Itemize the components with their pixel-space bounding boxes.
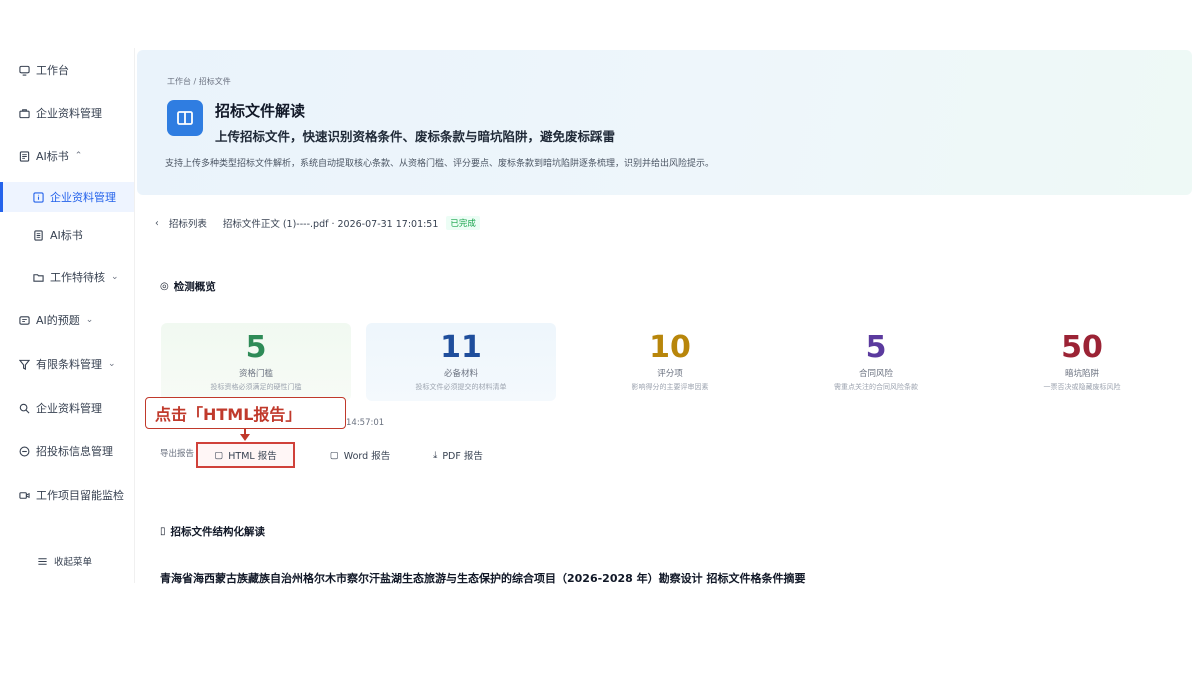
- file-name: 招标文件正文 (1)----.pdf · 2026-07-31 17:01:51: [222, 219, 439, 230]
- sidebar-item-label: AI标书: [36, 150, 69, 163]
- stat-value: 5: [245, 330, 267, 365]
- callout-arrow-head: [240, 434, 250, 441]
- stat-value: 11: [440, 330, 482, 365]
- timestamp: 14:57:01: [346, 418, 385, 428]
- book-icon: [167, 100, 203, 136]
- stat-value: 5: [865, 330, 887, 365]
- stat-value: 50: [1061, 330, 1103, 365]
- document-heading: 青海省海西蒙古族藏族自治州格尔木市察尔汗盐湖生态旅游与生态保护的综合项目（202…: [160, 572, 806, 585]
- sidebar-item-label: 企业资料管理: [50, 191, 116, 204]
- sidebar-item-ai-bid-sub[interactable]: AI标书: [32, 225, 83, 245]
- chevron-left-icon[interactable]: ‹: [155, 218, 159, 229]
- sidebar-item-label: 工作项目留能监检: [36, 489, 124, 502]
- stat-card-qualification: 5 资格门槛 投标资格必须满足的硬性门槛: [161, 323, 351, 401]
- stat-label: 资格门槛: [238, 369, 273, 379]
- button-label: HTML 报告: [228, 451, 277, 462]
- filter-icon: [18, 358, 30, 370]
- sidebar-item-label: AI的预题: [36, 314, 80, 327]
- stat-label: 评分项: [657, 369, 683, 379]
- screen-icon: [18, 314, 30, 326]
- chevron-down-icon: ⌄: [111, 272, 119, 282]
- word-report-button[interactable]: ▢ Word 报告: [320, 442, 400, 468]
- page-subtitle: 上传招标文件，快速识别资格条件、废标条款与暗坑陷阱，避免废标踩雷: [215, 129, 616, 144]
- briefcase-icon: [18, 107, 30, 119]
- export-label: 导出报告: [160, 449, 195, 459]
- instruction-callout: 点击「HTML报告」: [145, 397, 346, 429]
- collapse-menu-button[interactable]: 收起菜单: [36, 551, 92, 571]
- stat-label: 合同风险: [858, 369, 893, 379]
- sidebar-item-company-data-2[interactable]: 企业资料管理: [18, 398, 102, 418]
- sidebar-item-label: 企业资料管理: [36, 107, 102, 120]
- document-icon: [18, 150, 30, 162]
- button-label: PDF 报告: [442, 451, 483, 462]
- chevron-down-icon: ⌄: [108, 359, 116, 369]
- sidebar-item-company-data-active[interactable]: 企业资料管理: [0, 182, 134, 212]
- breadcrumb: 工作台 / 招标文件: [167, 77, 231, 86]
- overview-title-text: 检测概览: [173, 281, 216, 293]
- file-icon: [32, 229, 44, 241]
- stat-card-materials: 11 必备材料 投标文件必须提交的材料清单: [366, 323, 556, 401]
- file-icon: ▢: [214, 449, 224, 461]
- html-report-button[interactable]: ▢ HTML 报告: [196, 442, 295, 468]
- target-icon: ◎: [160, 281, 169, 292]
- button-label: Word 报告: [343, 451, 391, 462]
- search-icon: [18, 402, 30, 414]
- monitor-icon: [18, 64, 30, 76]
- page-header-banner: 工作台 / 招标文件 招标文件解读 上传招标文件，快速识别资格条件、废标条款与暗…: [137, 50, 1192, 195]
- page-title: 招标文件解读: [215, 102, 306, 120]
- stat-desc: 一票否决或隐藏废标风险: [1043, 383, 1121, 391]
- sidebar-item-project-monitor[interactable]: 工作项目留能监检: [18, 485, 124, 505]
- info-icon: [32, 191, 44, 203]
- overview-title: ◎ 检测概览: [160, 279, 216, 294]
- video-icon: [18, 489, 30, 501]
- sidebar-item-label: 工作台: [36, 64, 69, 77]
- status-badge: 已完成: [446, 216, 480, 230]
- minus-circle-icon: [18, 445, 30, 457]
- sidebar-item-company-data[interactable]: 企业资料管理: [18, 103, 102, 123]
- file-bar: ‹ 招标列表 招标文件正文 (1)----.pdf · 2026-07-31 1…: [155, 216, 480, 230]
- page-description: 支持上传多种类型招标文件解析，系统自动提取核心条款、从资格门槛、评分要点、废标条…: [165, 159, 715, 169]
- chevron-up-icon: ⌃: [74, 151, 83, 161]
- sidebar-item-ai-bid[interactable]: AI标书 ⌃: [18, 146, 82, 166]
- structured-title-text: 招标文件结构化解读: [170, 526, 266, 538]
- sidebar: 工作台 企业资料管理 AI标书 ⌃ 企业资料管理 AI标书 工作特待核 ⌄ AI…: [0, 48, 135, 583]
- sidebar-item-material-manage[interactable]: 有限条料管理 ⌄: [18, 354, 116, 374]
- stat-card-contract-risk: 5 合同风险 需重点关注的合同风险条款: [781, 323, 971, 401]
- stat-desc: 投标文件必须提交的材料清单: [415, 383, 507, 391]
- download-icon: ⤓: [433, 449, 438, 461]
- stat-card-scoring: 10 评分项 影响得分的主要评审因素: [575, 323, 765, 401]
- stat-label: 暗坑陷阱: [1064, 369, 1099, 379]
- stat-label: 必备材料: [443, 369, 478, 379]
- stat-value: 10: [649, 330, 691, 365]
- sidebar-item-pending-work[interactable]: 工作特待核 ⌄: [32, 267, 119, 287]
- folder-icon: [32, 271, 44, 283]
- sidebar-item-label: 收起菜单: [54, 557, 93, 568]
- sidebar-item-label: 招投标信息管理: [36, 445, 113, 458]
- sidebar-item-workbench[interactable]: 工作台: [18, 60, 69, 80]
- pdf-report-button[interactable]: ⤓ PDF 报告: [420, 442, 496, 468]
- stat-desc: 影响得分的主要评审因素: [631, 383, 709, 391]
- structured-title: ▯ 招标文件结构化解读: [160, 524, 265, 539]
- sidebar-item-label: 工作特待核: [50, 271, 105, 284]
- sidebar-item-label: 有限条料管理: [36, 358, 102, 371]
- sidebar-item-ai-pre[interactable]: AI的预题 ⌄: [18, 310, 93, 330]
- sidebar-item-label: 企业资料管理: [36, 402, 102, 415]
- back-to-list-link[interactable]: 招标列表: [169, 216, 207, 230]
- stat-card-pitfalls: 50 暗坑陷阱 一票否决或隐藏废标风险: [987, 323, 1177, 401]
- sidebar-item-label: AI标书: [50, 229, 83, 242]
- sidebar-item-bid-info[interactable]: 招投标信息管理: [18, 441, 113, 461]
- chevron-down-icon: ⌄: [85, 315, 94, 325]
- stat-desc: 需重点关注的合同风险条款: [834, 383, 918, 391]
- document-icon: ▯: [160, 526, 166, 537]
- word-icon: ▢: [329, 449, 339, 461]
- menu-icon: [36, 555, 48, 567]
- stat-desc: 投标资格必须满足的硬性门槛: [210, 383, 302, 391]
